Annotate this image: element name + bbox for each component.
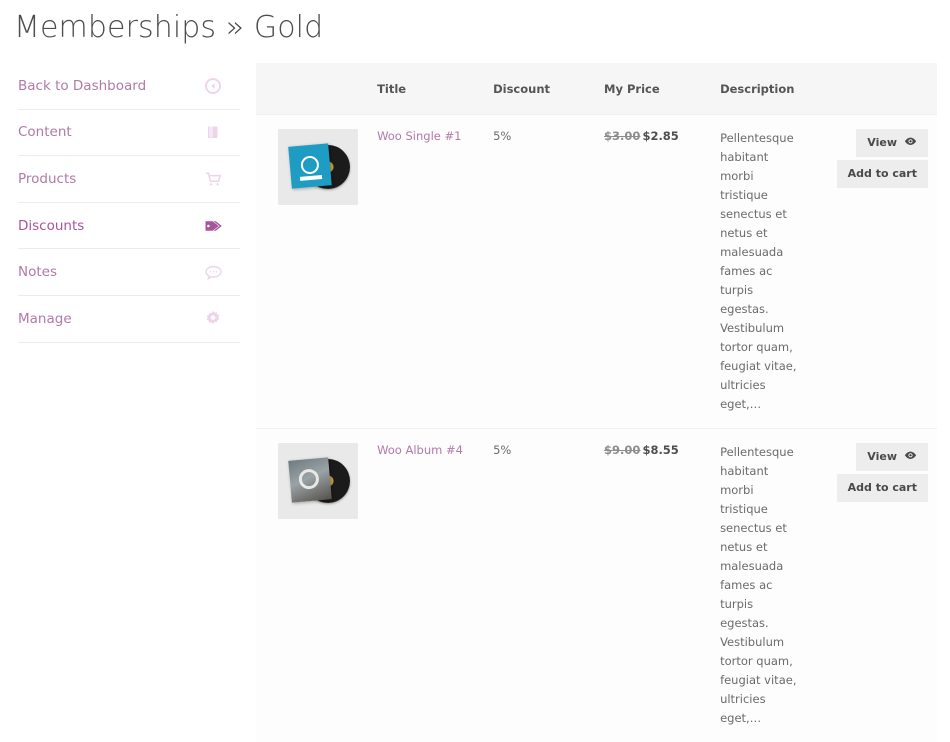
- sidebar-item-content[interactable]: Content: [18, 110, 240, 157]
- album-sleeve-shape: [288, 457, 332, 502]
- sleeve-bar-shape: [300, 175, 322, 181]
- product-title-link[interactable]: Woo Single #1: [377, 129, 461, 143]
- sidebar-item-label: Products: [18, 171, 76, 187]
- add-to-cart-button[interactable]: Add to cart: [837, 474, 928, 502]
- view-button[interactable]: View: [856, 443, 928, 471]
- sidebar-item-label: Content: [18, 124, 72, 140]
- album-sleeve-shape: [288, 143, 332, 188]
- table-body: Woo Single #1 5% $3.00$2.85 Pellentesque…: [256, 115, 937, 742]
- table-row: Woo Single #1 5% $3.00$2.85 Pellentesque…: [256, 115, 937, 429]
- cell-actions: View Add to cart: [826, 429, 937, 742]
- table-header-row: Title Discount My Price Description: [256, 63, 937, 115]
- row-action-buttons: View Add to cart: [827, 129, 936, 188]
- cell-thumbnail: [256, 115, 377, 429]
- sidebar-item-label: Manage: [18, 311, 72, 327]
- product-title-link[interactable]: Woo Album #4: [377, 443, 463, 457]
- product-description: Pellentesque habitant morbi tristique se…: [720, 443, 798, 728]
- price-original: $9.00: [604, 443, 640, 457]
- view-button-label: View: [867, 136, 897, 150]
- cell-thumbnail: [256, 429, 377, 742]
- price-original: $3.00: [604, 129, 640, 143]
- view-button[interactable]: View: [856, 129, 928, 157]
- product-thumbnail-image[interactable]: [278, 129, 358, 205]
- sleeve-ring-shape: [300, 155, 320, 175]
- sidebar-item-label: Notes: [18, 264, 57, 280]
- cell-discount: 5%: [493, 115, 604, 429]
- cell-description: Pellentesque habitant morbi tristique se…: [720, 115, 826, 429]
- cart-icon: [204, 170, 222, 188]
- column-header-my-price: My Price: [604, 63, 720, 115]
- view-button-label: View: [867, 450, 897, 464]
- speech-bubble-icon: [204, 263, 222, 281]
- cell-discount: 5%: [493, 429, 604, 742]
- product-thumbnail-image[interactable]: [278, 443, 358, 519]
- tag-icon: [204, 217, 222, 235]
- eye-icon: [904, 136, 917, 150]
- price-discounted: $2.85: [642, 129, 678, 143]
- column-header-description: Description: [720, 63, 826, 115]
- column-header-actions: [826, 63, 937, 115]
- page-title: Memberships » Gold: [0, 0, 950, 48]
- sidebar-item-notes[interactable]: Notes: [18, 249, 240, 296]
- sidebar-item-label: Discounts: [18, 218, 84, 234]
- sidebar-item-back-to-dashboard[interactable]: Back to Dashboard: [18, 63, 240, 110]
- table-row: Woo Album #4 5% $9.00$8.55 Pellentesque …: [256, 429, 937, 742]
- cell-description: Pellentesque habitant morbi tristique se…: [720, 429, 826, 742]
- column-header-discount: Discount: [493, 63, 604, 115]
- sidebar-item-products[interactable]: Products: [18, 156, 240, 203]
- sidebar-item-discounts[interactable]: Discounts: [18, 203, 240, 250]
- cell-actions: View Add to cart: [826, 115, 937, 429]
- column-header-title: Title: [377, 63, 493, 115]
- product-description: Pellentesque habitant morbi tristique se…: [720, 129, 798, 414]
- book-icon: [204, 123, 222, 141]
- eye-icon: [904, 450, 917, 464]
- sleeve-ring-shape: [298, 468, 320, 490]
- back-circle-icon: [204, 77, 222, 95]
- cell-my-price: $3.00$2.85: [604, 115, 720, 429]
- products-table: Title Discount My Price Description: [256, 63, 937, 742]
- price-discounted: $8.55: [642, 443, 678, 457]
- gear-icon: [204, 310, 222, 328]
- column-header-thumbnail: [256, 63, 377, 115]
- sidebar-item-manage[interactable]: Manage: [18, 296, 240, 343]
- row-action-buttons: View Add to cart: [827, 443, 936, 502]
- page-layout: Back to Dashboard Content Products: [0, 63, 950, 742]
- cell-title: Woo Single #1: [377, 115, 493, 429]
- cell-title: Woo Album #4: [377, 429, 493, 742]
- cell-my-price: $9.00$8.55: [604, 429, 720, 742]
- table-header: Title Discount My Price Description: [256, 63, 937, 115]
- sidebar-nav: Back to Dashboard Content Products: [0, 63, 240, 343]
- products-panel: Title Discount My Price Description: [256, 63, 937, 742]
- sidebar-item-label: Back to Dashboard: [18, 78, 146, 94]
- add-to-cart-button[interactable]: Add to cart: [837, 160, 928, 188]
